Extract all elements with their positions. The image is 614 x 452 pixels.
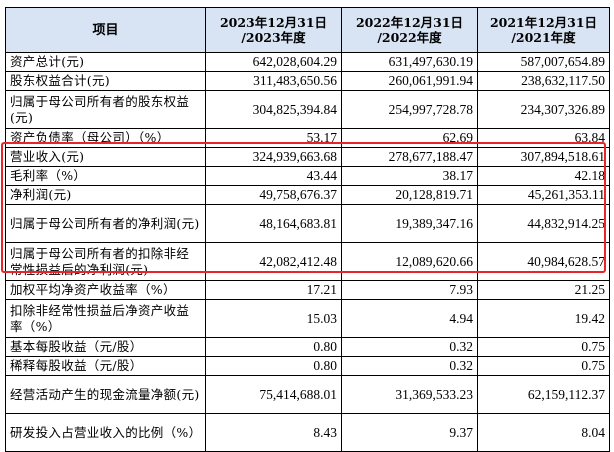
row-label: 基本每股收益（元/股） bbox=[5, 337, 206, 357]
cell-2021: 0.75 bbox=[477, 337, 610, 357]
table-row: 归属于母公司所有者的扣除非经常性损益后的净利润(元) 42,082,412.48… bbox=[5, 242, 610, 281]
cell-2021: 238,632,117.50 bbox=[477, 71, 610, 91]
cell-2022: 260,061,991.94 bbox=[341, 71, 478, 91]
cell-2021: 307,894,518.61 bbox=[477, 147, 610, 167]
table-header-row: 项目 2023年12月31日 /2023年度 2022年12月31日 /2022… bbox=[5, 7, 610, 53]
table-row: 基本每股收益（元/股） 0.80 0.32 0.75 bbox=[5, 337, 610, 357]
financial-data-table: 项目 2023年12月31日 /2023年度 2022年12月31日 /2022… bbox=[5, 7, 610, 452]
table-row: 股东权益合计(元) 311,483,650.56 260,061,991.94 … bbox=[5, 71, 610, 91]
cell-2023: 48,164,683.81 bbox=[205, 204, 342, 243]
row-label: 资产负债率（母公司）（%） bbox=[5, 128, 206, 148]
table-row: 加权平均净资产收益率（%） 17.21 7.93 21.25 bbox=[5, 280, 610, 300]
cell-2022: 62.69 bbox=[341, 128, 478, 148]
header-2021: 2021年12月31日 /2021年度 bbox=[477, 7, 610, 53]
row-label: 营业收入(元) bbox=[5, 147, 206, 167]
cell-2021: 42.18 bbox=[477, 166, 610, 186]
row-label: 净利润(元) bbox=[5, 185, 206, 205]
cell-2023: 15.03 bbox=[205, 299, 342, 338]
cell-2022: 278,677,188.47 bbox=[341, 147, 478, 167]
row-label: 稀释每股收益（元/股） bbox=[5, 356, 206, 376]
table-row: 营业收入(元) 324,939,663.68 278,677,188.47 30… bbox=[5, 147, 610, 167]
cell-2022: 9.37 bbox=[341, 413, 478, 452]
table-row: 归属于母公司所有者的股东权益(元) 304,825,394.84 254,997… bbox=[5, 90, 610, 129]
table-row: 经营活动产生的现金流量净额(元) 75,414,688.01 31,369,53… bbox=[5, 375, 610, 414]
header-2022: 2022年12月31日 /2022年度 bbox=[341, 7, 478, 53]
cell-2022: 631,497,630.19 bbox=[341, 52, 478, 72]
row-label: 归属于母公司所有者的扣除非经常性损益后的净利润(元) bbox=[5, 242, 206, 281]
table-row: 归属于母公司所有者的净利润(元) 48,164,683.81 19,389,34… bbox=[5, 204, 610, 243]
cell-2021: 234,307,326.89 bbox=[477, 90, 610, 129]
cell-2021: 44,832,914.25 bbox=[477, 204, 610, 243]
header-item: 项目 bbox=[5, 7, 206, 53]
row-label: 毛利率（%） bbox=[5, 166, 206, 186]
cell-2022: 254,997,728.78 bbox=[341, 90, 478, 129]
cell-2022: 20,128,819.71 bbox=[341, 185, 478, 205]
cell-2023: 304,825,394.84 bbox=[205, 90, 342, 129]
table-row: 扣除非经常性损益后净资产收益率（%） 15.03 4.94 19.42 bbox=[5, 299, 610, 338]
cell-2021: 8.04 bbox=[477, 413, 610, 452]
cell-2021: 19.42 bbox=[477, 299, 610, 338]
cell-2023: 42,082,412.48 bbox=[205, 242, 342, 281]
cell-2021: 587,007,654.89 bbox=[477, 52, 610, 72]
cell-2021: 62,159,112.37 bbox=[477, 375, 610, 414]
cell-2023: 17.21 bbox=[205, 280, 342, 300]
header-2021-year: /2021年度 bbox=[511, 30, 576, 45]
cell-2021: 40,984,628.57 bbox=[477, 242, 610, 281]
cell-2022: 19,389,347.16 bbox=[341, 204, 478, 243]
row-label: 归属于母公司所有者的股东权益(元) bbox=[5, 90, 206, 129]
row-label: 扣除非经常性损益后净资产收益率（%） bbox=[5, 299, 206, 338]
cell-2022: 31,369,533.23 bbox=[341, 375, 478, 414]
cell-2022: 7.93 bbox=[341, 280, 478, 300]
row-label: 经营活动产生的现金流量净额(元) bbox=[5, 375, 206, 414]
header-2021-date: 2021年12月31日 bbox=[489, 15, 598, 30]
table-row: 研发投入占营业收入的比例（%） 8.43 9.37 8.04 bbox=[5, 413, 610, 452]
row-label: 归属于母公司所有者的净利润(元) bbox=[5, 204, 206, 243]
cell-2023: 642,028,604.29 bbox=[205, 52, 342, 72]
header-2022-date: 2022年12月31日 bbox=[355, 15, 464, 30]
cell-2023: 75,414,688.01 bbox=[205, 375, 342, 414]
header-2023: 2023年12月31日 /2023年度 bbox=[205, 7, 342, 53]
cell-2022: 12,089,620.66 bbox=[341, 242, 478, 281]
table-row: 净利润(元) 49,758,676.37 20,128,819.71 45,26… bbox=[5, 185, 610, 205]
cell-2023: 53.17 bbox=[205, 128, 342, 148]
cell-2023: 8.43 bbox=[205, 413, 342, 452]
cell-2021: 21.25 bbox=[477, 280, 610, 300]
row-label: 研发投入占营业收入的比例（%） bbox=[5, 413, 206, 452]
cell-2022: 0.32 bbox=[341, 337, 478, 357]
row-label: 加权平均净资产收益率（%） bbox=[5, 280, 206, 300]
cell-2022: 38.17 bbox=[341, 166, 478, 186]
header-2023-year: /2023年度 bbox=[241, 30, 306, 45]
cell-2023: 324,939,663.68 bbox=[205, 147, 342, 167]
cell-2023: 0.80 bbox=[205, 356, 342, 376]
cell-2022: 0.32 bbox=[341, 356, 478, 376]
row-label: 股东权益合计(元) bbox=[5, 71, 206, 91]
cell-2023: 43.44 bbox=[205, 166, 342, 186]
table-row: 资产总计(元) 642,028,604.29 631,497,630.19 58… bbox=[5, 52, 610, 72]
table-row: 毛利率（%） 43.44 38.17 42.18 bbox=[5, 166, 610, 186]
table-row: 资产负债率（母公司）（%） 53.17 62.69 63.84 bbox=[5, 128, 610, 148]
cell-2023: 311,483,650.56 bbox=[205, 71, 342, 91]
cell-2022: 4.94 bbox=[341, 299, 478, 338]
cell-2021: 63.84 bbox=[477, 128, 610, 148]
header-2023-date: 2023年12月31日 bbox=[219, 15, 328, 30]
cell-2021: 0.75 bbox=[477, 356, 610, 376]
cell-2023: 0.80 bbox=[205, 337, 342, 357]
cell-2023: 49,758,676.37 bbox=[205, 185, 342, 205]
financial-table-container: 项目 2023年12月31日 /2023年度 2022年12月31日 /2022… bbox=[5, 7, 610, 452]
header-2022-year: /2022年度 bbox=[377, 30, 442, 45]
cell-2021: 45,261,353.11 bbox=[477, 185, 610, 205]
table-row: 稀释每股收益（元/股） 0.80 0.32 0.75 bbox=[5, 356, 610, 376]
row-label: 资产总计(元) bbox=[5, 52, 206, 72]
